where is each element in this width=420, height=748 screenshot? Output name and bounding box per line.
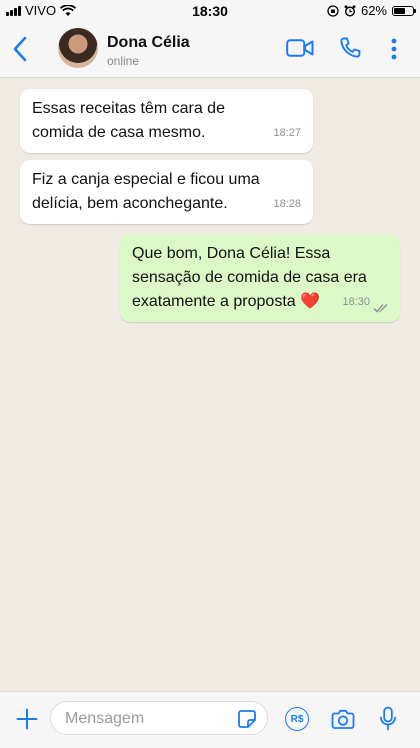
contact-status: online xyxy=(107,54,140,68)
incoming-message-bubble[interactable]: Fiz a canja especial e ficou uma delícia… xyxy=(20,160,313,224)
chat-header: Dona Célia online xyxy=(0,22,420,78)
status-bar: VIVO 18:30 62% xyxy=(0,0,420,22)
battery-percent: 62% xyxy=(360,3,387,18)
sticker-icon[interactable] xyxy=(237,709,257,729)
battery-icon xyxy=(392,5,416,16)
plus-icon[interactable] xyxy=(16,708,38,730)
more-options-icon[interactable] xyxy=(389,38,399,60)
camera-icon[interactable] xyxy=(331,708,355,730)
message-time: 18:30 xyxy=(342,296,370,308)
orientation-lock-icon xyxy=(327,4,339,17)
message-text: Fiz a canja especial e ficou uma delícia… xyxy=(32,171,260,212)
status-right: 62% xyxy=(327,3,416,18)
avatar[interactable] xyxy=(58,28,98,68)
contact-name[interactable]: Dona Célia xyxy=(107,34,190,52)
message-time: 18:28 xyxy=(273,198,301,210)
message-text: Essas receitas têm cara de comida de cas… xyxy=(32,100,225,141)
message-time: 18:27 xyxy=(273,127,301,139)
incoming-message-bubble[interactable]: Essas receitas têm cara de comida de cas… xyxy=(20,89,313,153)
double-check-icon xyxy=(373,304,388,313)
alarm-icon xyxy=(344,4,356,17)
payment-label: R$ xyxy=(290,713,304,725)
message-input-field[interactable] xyxy=(50,701,268,735)
video-call-icon[interactable] xyxy=(286,38,314,58)
microphone-icon[interactable] xyxy=(379,706,397,732)
back-icon[interactable] xyxy=(8,32,32,66)
message-composer: R$ xyxy=(0,691,420,748)
payment-icon[interactable]: R$ xyxy=(285,707,309,731)
message-input[interactable] xyxy=(63,709,227,729)
phone-icon[interactable] xyxy=(338,36,362,60)
outgoing-message-bubble[interactable]: Que bom, Dona Célia! Essa sensação de co… xyxy=(120,234,400,322)
